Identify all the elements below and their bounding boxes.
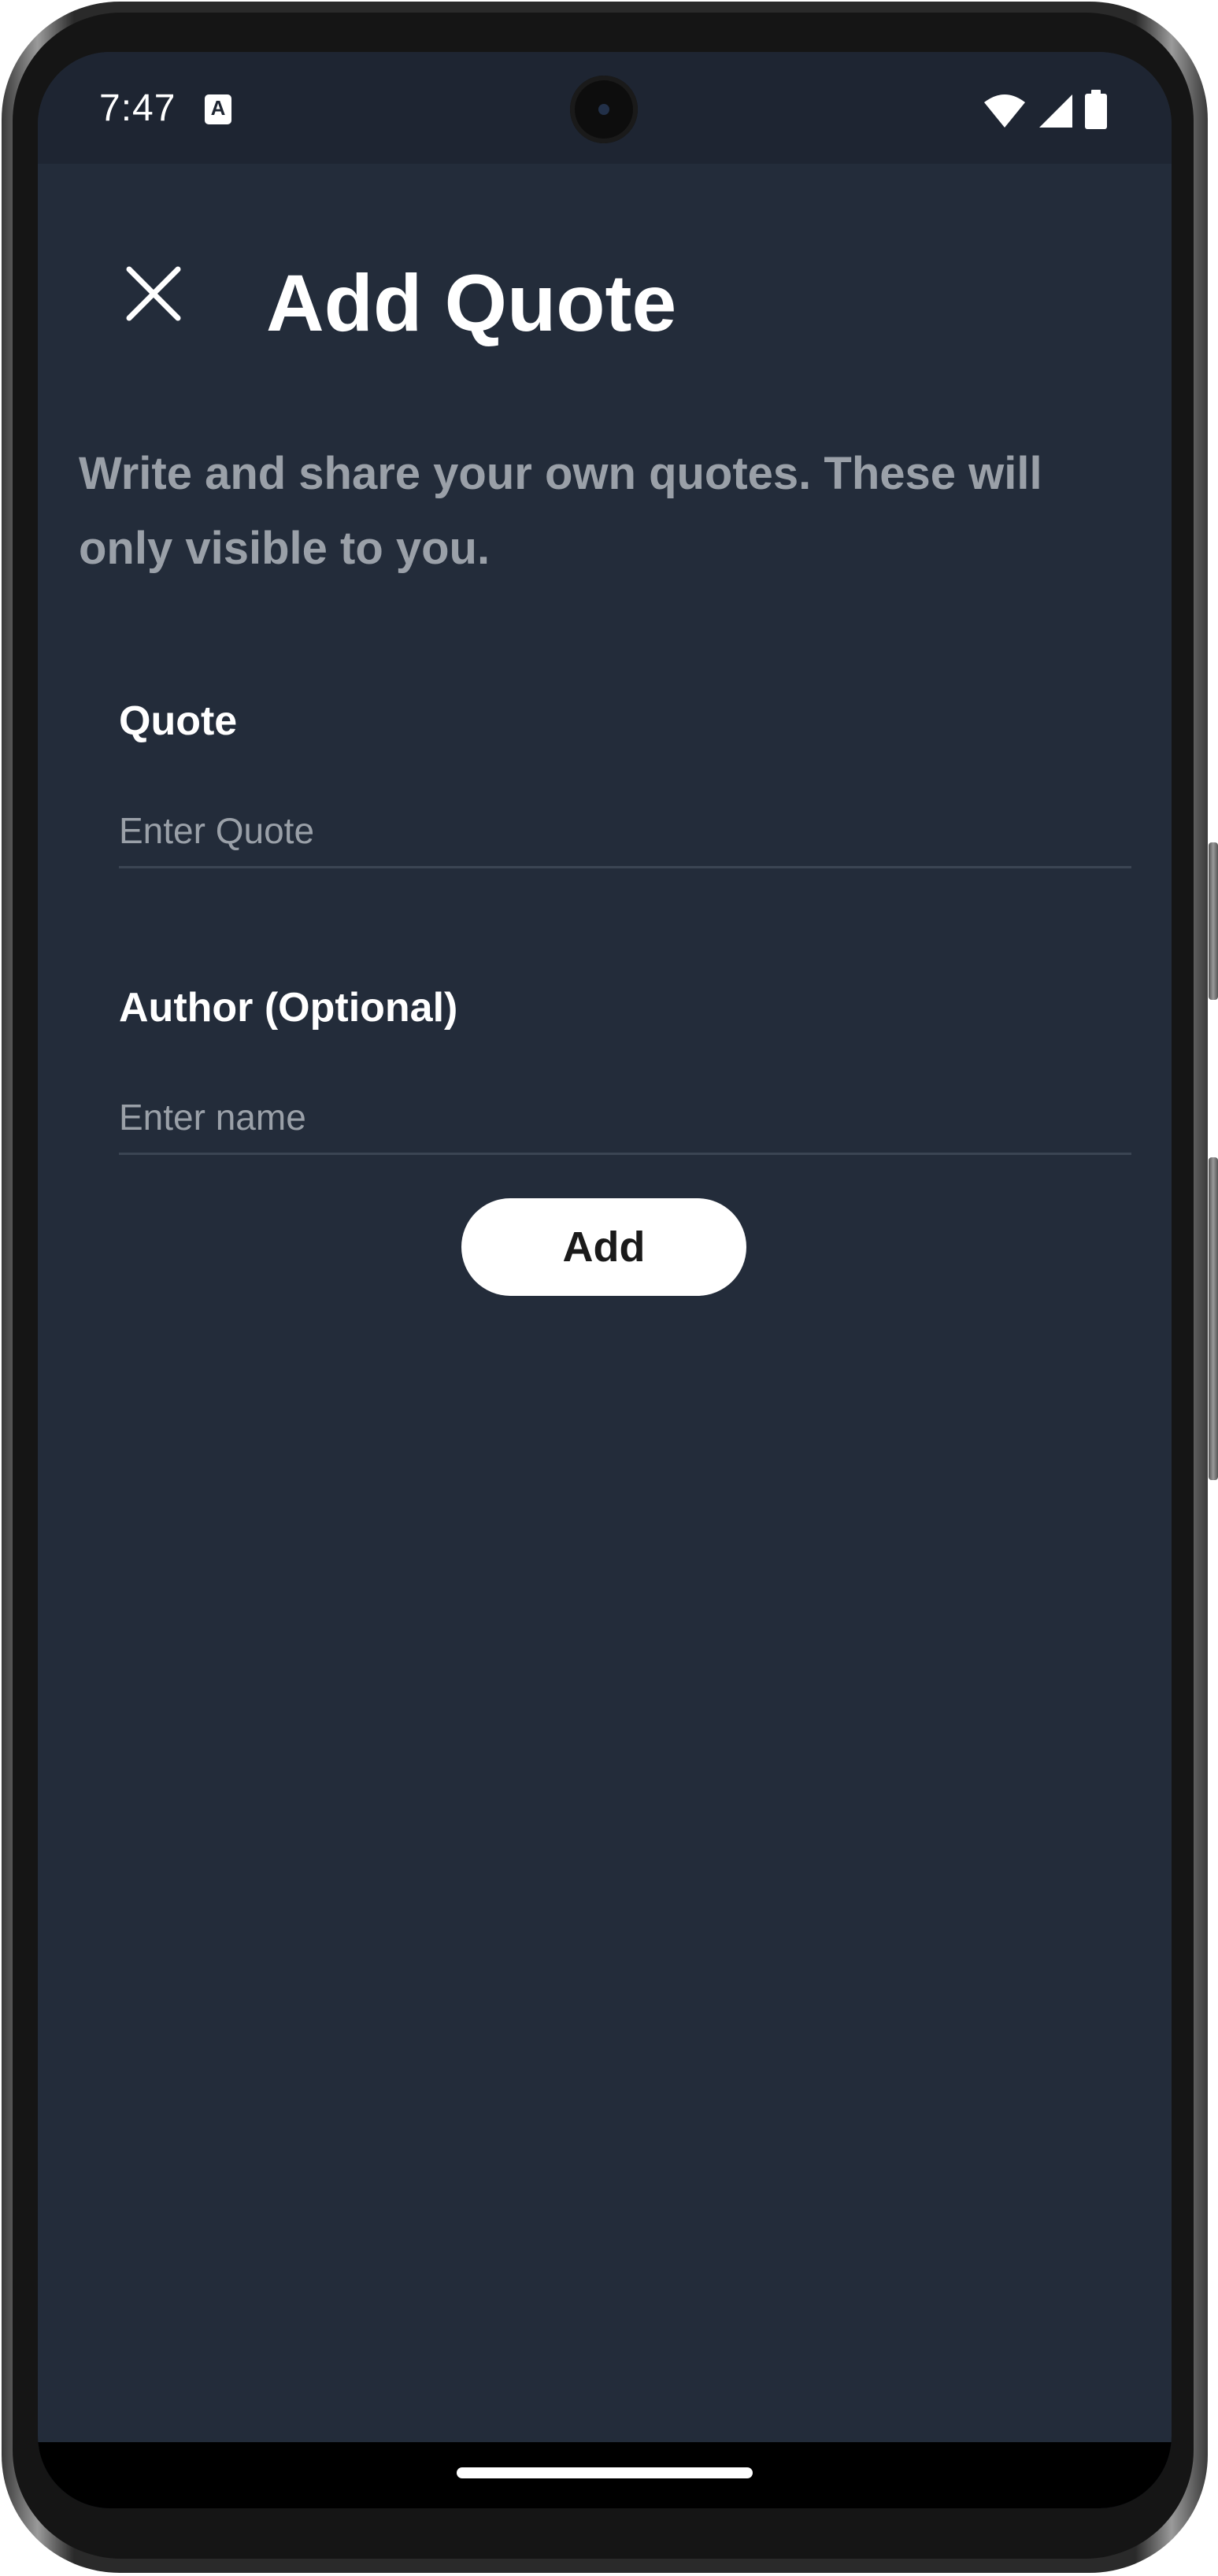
- navigation-bar: [38, 2442, 1172, 2508]
- quote-label: Quote: [119, 698, 238, 744]
- phone-device: 7:47 A Add Quote Write and share your ow…: [0, 0, 1218, 2576]
- side-button-bottom: [1209, 1157, 1218, 1480]
- add-button[interactable]: Add: [461, 1198, 746, 1296]
- status-time: 7:47: [99, 87, 176, 129]
- status-bar: 7:47 A: [38, 52, 1172, 164]
- quote-input[interactable]: [119, 795, 1131, 868]
- home-indicator[interactable]: [457, 2467, 753, 2478]
- side-button-top: [1209, 842, 1218, 1000]
- author-label: Author (Optional): [119, 985, 458, 1031]
- author-input[interactable]: [119, 1082, 1131, 1155]
- page-title: Add Quote: [266, 258, 677, 348]
- a-badge-icon: A: [205, 94, 231, 124]
- status-icons: [983, 90, 1107, 129]
- camera-cutout: [570, 76, 638, 143]
- page-description: Write and share your own quotes. These w…: [79, 448, 1042, 574]
- wifi-icon: [984, 94, 1025, 128]
- signal-icon: [1039, 94, 1072, 128]
- battery-icon: [1085, 90, 1107, 129]
- app-screen: 7:47 A Add Quote Write and share your ow…: [38, 52, 1172, 2508]
- close-icon: [126, 266, 181, 321]
- close-button[interactable]: [115, 255, 192, 332]
